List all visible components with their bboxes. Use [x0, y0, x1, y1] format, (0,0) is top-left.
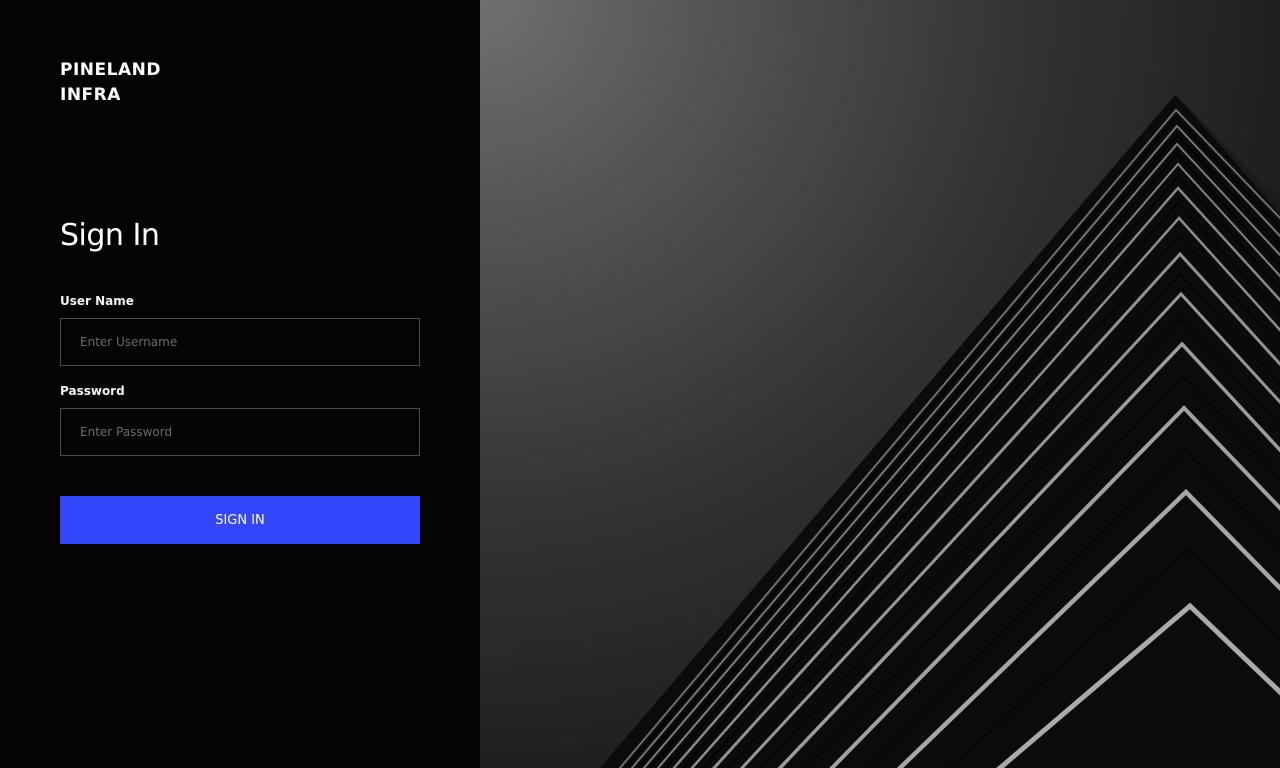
username-label: User Name	[60, 294, 134, 308]
building-illustration	[600, 95, 1280, 768]
brand-logo-line-2: INFRA	[60, 85, 121, 105]
password-label: Password	[60, 384, 125, 398]
brand-logo: PINELAND INFRA	[60, 58, 161, 108]
sign-in-panel: PINELAND INFRA Sign In User Name Passwor…	[0, 0, 480, 768]
hero-image	[480, 0, 1280, 768]
page-title: Sign In	[60, 218, 160, 253]
sign-in-button[interactable]: SIGN IN	[60, 496, 420, 544]
username-input[interactable]	[60, 318, 420, 366]
password-input[interactable]	[60, 408, 420, 456]
brand-logo-line-1: PINELAND	[60, 60, 161, 80]
sign-in-page: PINELAND INFRA Sign In User Name Passwor…	[0, 0, 1280, 768]
